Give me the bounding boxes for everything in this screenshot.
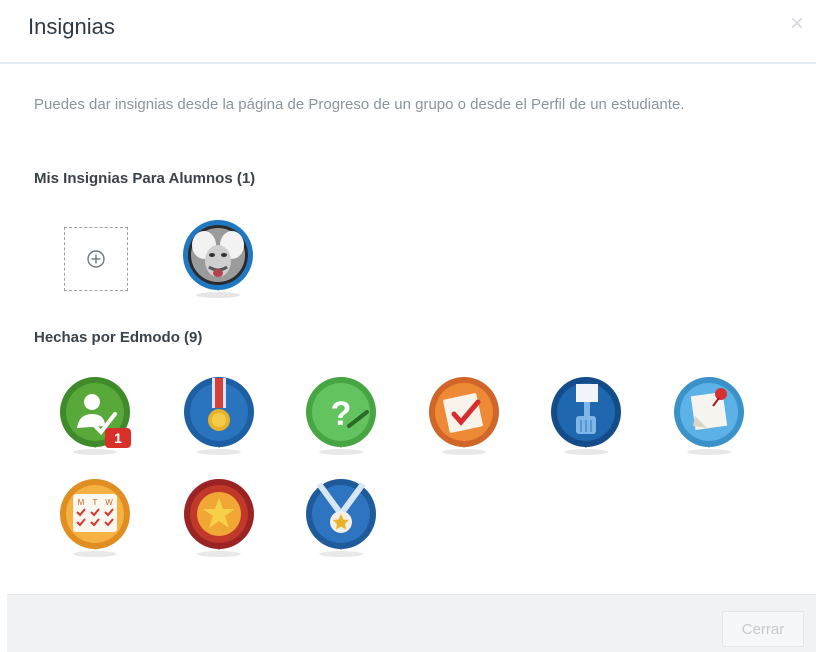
badge-medal[interactable] <box>183 376 255 458</box>
badge-raised-hand[interactable] <box>550 376 622 458</box>
badge-student-check[interactable]: 1 <box>59 376 131 458</box>
custom-badge-einstein[interactable] <box>182 219 254 301</box>
badge-question[interactable]: ? <box>305 376 377 458</box>
star-icon <box>184 479 254 557</box>
medal-icon <box>184 377 254 455</box>
intro-text: Puedes dar insignias desde la página de … <box>34 96 685 113</box>
calendar-day-t: T <box>93 498 98 507</box>
calendar-day-m: M <box>78 498 85 507</box>
badge-checklist[interactable] <box>428 376 500 458</box>
badge-pinned-note[interactable] <box>673 376 745 458</box>
calendar-day-w: W <box>105 498 113 507</box>
my-badges-heading: Mis Insignias Para Alumnos (1) <box>34 170 256 187</box>
question-icon: ? <box>306 377 376 455</box>
modal-header: Insignias × <box>0 0 816 64</box>
add-badge-button[interactable] <box>64 227 128 291</box>
calendar-checks-icon: M T W <box>60 479 130 557</box>
badge-calendar-checks[interactable]: M T W <box>59 478 131 560</box>
add-circle-icon <box>87 250 105 268</box>
close-button[interactable]: Cerrar <box>722 611 804 647</box>
modal-title: Insignias <box>28 14 115 39</box>
star-medal-icon <box>306 479 376 557</box>
close-icon[interactable]: × <box>790 10 804 38</box>
badge-star[interactable] <box>183 478 255 560</box>
checklist-icon <box>429 377 499 455</box>
badge-star-medal[interactable] <box>305 478 377 560</box>
badges-modal: Insignias × Puedes dar insignias desde l… <box>0 0 816 652</box>
notification-count: 1 <box>114 430 122 446</box>
edmodo-badges-heading: Hechas por Edmodo (9) <box>34 329 203 346</box>
portrait-badge-icon <box>183 220 253 298</box>
modal-footer: Cerrar <box>7 594 816 652</box>
pinned-note-icon <box>674 377 744 455</box>
raised-hand-icon <box>551 377 621 455</box>
student-check-icon: 1 <box>60 377 131 455</box>
